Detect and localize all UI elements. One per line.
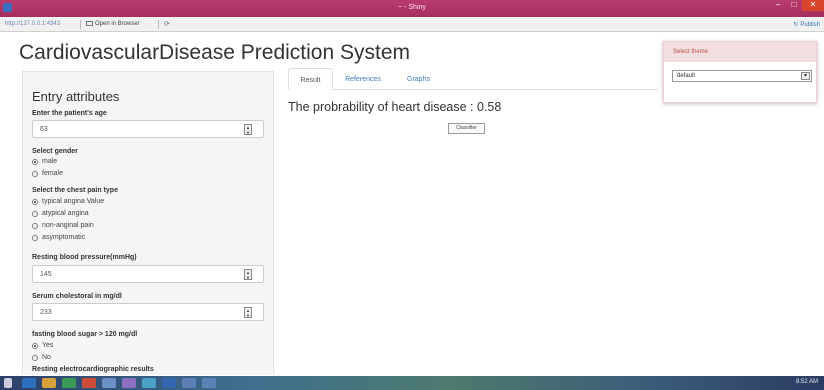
tab-references[interactable]: References	[335, 68, 391, 90]
radio-label: No	[42, 354, 51, 361]
theme-select-value: default	[677, 73, 696, 79]
bp-spinner-icon[interactable]: ▲ ▼	[244, 269, 252, 280]
fbs-radio-no[interactable]: No	[32, 354, 51, 361]
bp-label: Resting blood pressure(mmHg)	[32, 254, 137, 261]
toolbar-divider	[158, 20, 159, 29]
window-controls: – □ ✕	[770, 0, 824, 11]
result-text: The probrability of heart disease : 0.58	[288, 100, 502, 114]
windows-taskbar: 8:52 AM	[0, 376, 824, 390]
classifier-button[interactable]: Classifier	[448, 123, 485, 134]
taskbar-app-icon[interactable]	[162, 378, 176, 388]
theme-panel-title: Select theme	[664, 42, 816, 62]
open-in-browser-button[interactable]: Open in Browser	[86, 21, 140, 27]
taskbar-app-icon[interactable]	[142, 378, 156, 388]
theme-selector-panel: Select theme default ▾	[663, 41, 817, 103]
gender-label: Select gender	[32, 148, 78, 155]
age-input[interactable]: 63 ▲ ▼	[32, 120, 264, 138]
radio-icon	[32, 210, 38, 217]
theme-select[interactable]: default ▾	[672, 70, 812, 82]
taskbar-clock: 8:52 AM	[795, 379, 818, 385]
taskbar-app-icon[interactable]	[62, 378, 76, 388]
radio-label: atypical angina	[42, 210, 89, 217]
radio-selected-icon	[32, 158, 38, 165]
radio-selected-icon	[32, 342, 38, 349]
sidebar-panel: Entry attributes Enter the patient's age…	[22, 71, 274, 375]
age-label: Enter the patient's age	[32, 110, 107, 117]
close-button[interactable]: ✕	[802, 0, 824, 11]
radio-icon	[32, 222, 38, 229]
start-icon[interactable]	[4, 378, 12, 388]
toolbar-divider	[80, 20, 81, 29]
dropdown-arrow-icon[interactable]: ▾	[801, 72, 810, 80]
url-text: http://127.0.0.1:4343	[5, 21, 61, 27]
chest-pain-radio-non-anginal[interactable]: non-anginal pain	[32, 222, 94, 229]
age-value: 63	[40, 126, 48, 133]
chol-label: Serum cholestoral in mg/dl	[32, 293, 122, 300]
tab-result[interactable]: Result	[288, 68, 333, 90]
publish-button[interactable]: ↻ Publish	[793, 21, 820, 28]
window-title: ~ - Shiny	[398, 4, 426, 11]
publish-icon: ↻	[793, 22, 799, 28]
radio-selected-icon	[32, 198, 38, 205]
viewer-toolbar: http://127.0.0.1:4343 Open in Browser ⟳ …	[0, 17, 824, 32]
taskbar-app-icon[interactable]	[82, 378, 96, 388]
taskbar-app-icon[interactable]	[102, 378, 116, 388]
chest-pain-radio-typical[interactable]: typical angina Value	[32, 198, 104, 205]
fbs-label: fasting blood sugar > 120 mg/dl	[32, 331, 138, 338]
publish-label: Publish	[800, 22, 820, 28]
gender-radio-male[interactable]: male	[32, 158, 57, 165]
refresh-icon[interactable]: ⟳	[164, 20, 170, 28]
taskbar-app-icon[interactable]	[122, 378, 136, 388]
radio-label: non-anginal pain	[42, 222, 94, 229]
bp-input[interactable]: 145 ▲ ▼	[32, 265, 264, 283]
age-spinner-icon[interactable]: ▲ ▼	[244, 124, 252, 135]
taskbar-app-icon[interactable]	[202, 378, 216, 388]
tab-graphs[interactable]: Graphs	[396, 68, 441, 90]
radio-icon	[32, 170, 38, 177]
radio-icon	[32, 354, 38, 361]
chol-input[interactable]: 233 ▲ ▼	[32, 303, 264, 321]
taskbar-app-icon[interactable]	[22, 378, 36, 388]
sidebar-heading: Entry attributes	[32, 89, 120, 104]
chol-spinner-icon[interactable]: ▲ ▼	[244, 307, 252, 318]
minimize-button[interactable]: –	[770, 0, 786, 11]
chest-pain-radio-atypical[interactable]: atypical angina	[32, 210, 89, 217]
window-titlebar: ~ - Shiny – □ ✕	[0, 0, 824, 17]
gender-radio-female[interactable]: female	[32, 170, 63, 177]
chol-value: 233	[40, 309, 52, 316]
radio-label: Yes	[42, 342, 54, 349]
radio-icon	[32, 234, 38, 241]
radio-label: asymptomatic	[42, 234, 86, 241]
radio-label: typical angina Value	[42, 198, 105, 205]
page-title: CardiovascularDisease Prediction System	[19, 41, 410, 64]
browser-icon	[86, 21, 93, 26]
bp-value: 145	[40, 271, 52, 278]
taskbar-app-icon[interactable]	[42, 378, 56, 388]
ecg-label: Resting electrocardiographic results	[32, 366, 154, 373]
chest-pain-radio-asymptomatic[interactable]: asymptomatic	[32, 234, 85, 241]
fbs-radio-yes[interactable]: Yes	[32, 342, 53, 349]
open-in-browser-label: Open in Browser	[95, 21, 140, 27]
maximize-button[interactable]: □	[786, 0, 802, 11]
taskbar-app-icon[interactable]	[182, 378, 196, 388]
radio-label: male	[42, 158, 58, 165]
main-tabs: Result References Graphs	[288, 68, 658, 90]
radio-label: female	[42, 170, 64, 177]
chest-pain-label: Select the chest pain type	[32, 187, 118, 194]
